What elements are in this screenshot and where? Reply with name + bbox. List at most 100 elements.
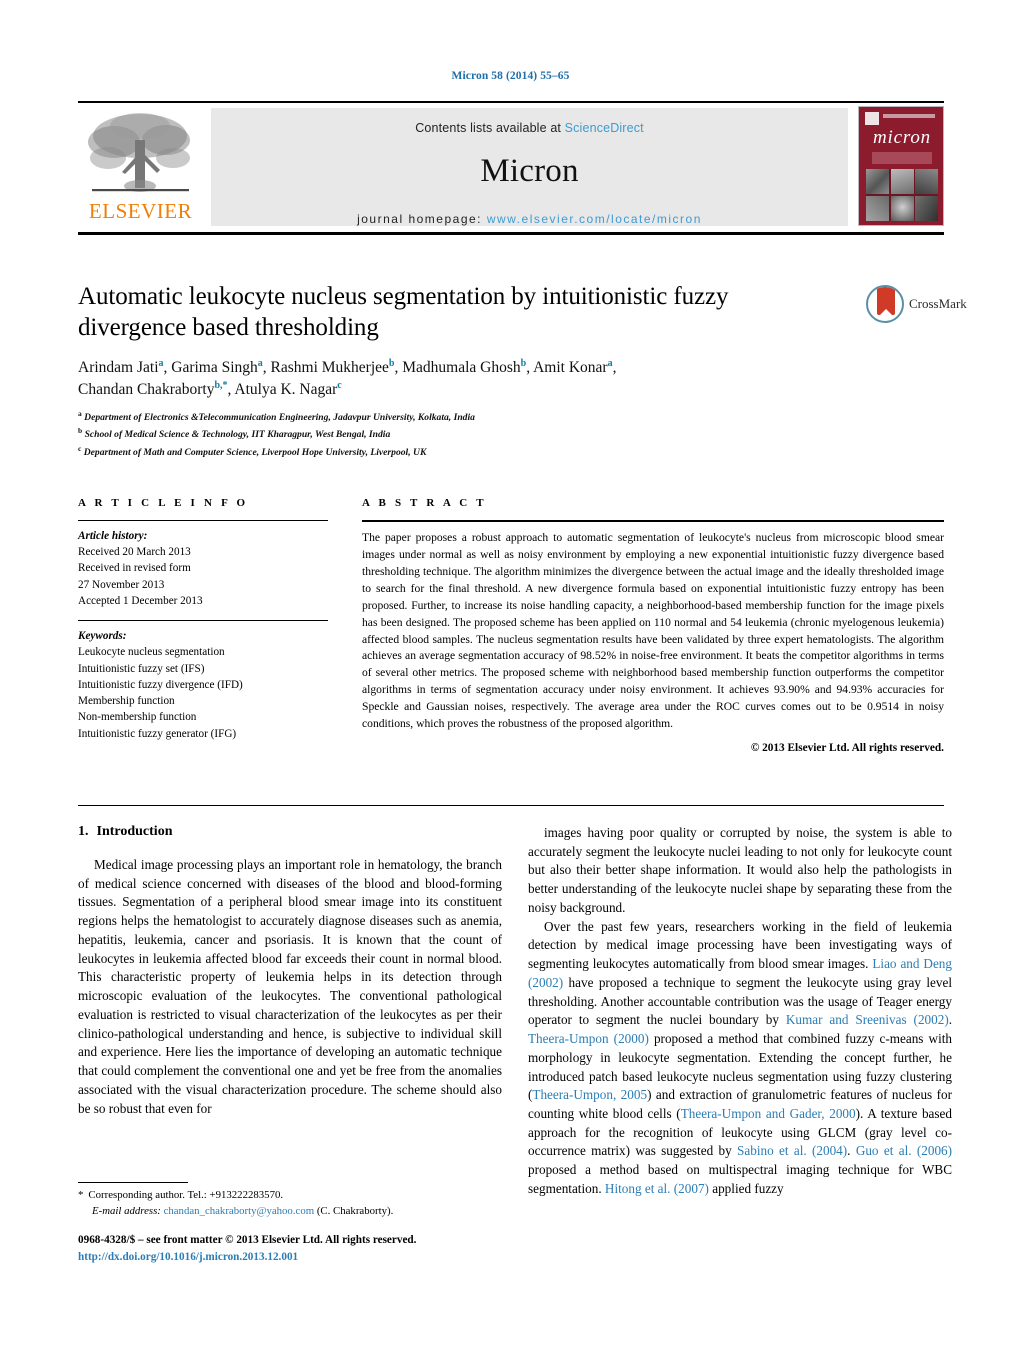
author-line-2: Chandan Chakrabortyb,*, Atulya K. Nagarc (78, 380, 342, 399)
journal-homepage-line: journal homepage: www.elsevier.com/locat… (211, 212, 848, 226)
section-title: Introduction (96, 824, 173, 839)
journal-homepage-link[interactable]: www.elsevier.com/locate/micron (487, 212, 702, 226)
author-name: Madhumala Ghosh (402, 359, 521, 377)
author-name: Arindam Jati (78, 359, 159, 377)
cover-image-grid (866, 169, 938, 221)
keyword-item: Intuitionistic fuzzy divergence (IFD) (78, 678, 243, 691)
cover-image-cell (915, 195, 938, 221)
author-affiliation-marker: c (337, 380, 342, 392)
imprint-block: 0968-4328/$ – see front matter © 2013 El… (78, 1232, 578, 1266)
cover-image-cell (890, 195, 914, 221)
author-affiliation-marker: b (388, 358, 395, 369)
citation-link[interactable]: Theera-Umpon and Gader, 2000 (681, 1106, 856, 1121)
affiliation-list: a Department of Electronics &Telecommuni… (78, 408, 838, 460)
article-history-block: Article history: Received 20 March 2013 R… (78, 528, 328, 609)
author-affiliation-marker: a (607, 358, 613, 369)
citation-link[interactable]: Liao and Deng (2002) (528, 956, 952, 990)
cover-image-cell (866, 169, 889, 195)
abstract-text: The paper proposes a robust approach to … (362, 531, 944, 731)
cover-publisher-mark (865, 112, 879, 125)
keyword-lines: Leukocyte nucleus segmentation Intuitioni… (78, 644, 328, 741)
paragraph: Medical image processing plays an import… (78, 857, 502, 1116)
keywords-label: Keywords: (78, 630, 127, 643)
keyword-item: Membership function (78, 695, 175, 708)
abstract-column: A B S T R A C T The paper proposes a rob… (362, 497, 944, 754)
email-line: E-mail address: chandan_chakraborty@yaho… (92, 1204, 508, 1220)
keyword-item: Intuitionistic fuzzy set (IFS) (78, 662, 205, 675)
cover-journal-name: micron (873, 127, 931, 148)
keywords-rule (78, 620, 328, 622)
body-column-left: 1. Introduction Medical image processing … (78, 824, 502, 1118)
citation-link[interactable]: Theera-Umpon (2000) (528, 1031, 649, 1046)
cover-image-cell (866, 195, 889, 221)
cover-subtitle-band (872, 152, 932, 164)
affiliation-item: a Department of Electronics &Telecommuni… (78, 409, 475, 424)
keyword-item: Non-membership function (78, 711, 197, 724)
crossmark-logo[interactable]: CrossMark (866, 285, 967, 327)
article-info-column: A R T I C L E I N F O Article history: R… (78, 497, 328, 742)
body-column-right: images having poor quality or corrupted … (528, 824, 952, 1199)
article-history-item: Accepted 1 December 2013 (78, 594, 203, 607)
section-heading-introduction: 1. Introduction (78, 824, 502, 840)
doi-link[interactable]: http://dx.doi.org/10.1016/j.micron.2013.… (78, 1249, 578, 1266)
article-history-label: Article history: (78, 530, 148, 542)
article-history-lines: Received 20 March 2013 Received in revise… (78, 544, 328, 609)
elsevier-wordmark: ELSEVIER (88, 199, 193, 223)
author-name: Atulya K. Nagar (234, 381, 338, 399)
elsevier-tree-icon (88, 113, 190, 192)
imprint-text: 0968-4328/$ – see front matter © 2013 El… (78, 1234, 417, 1246)
footnote-rule (78, 1182, 188, 1183)
article-history-item: Received in revised form (78, 562, 191, 575)
corresponding-author-line: * Corresponding author. Tel.: +9132222835… (78, 1188, 508, 1204)
elsevier-logo: ELSEVIER (78, 106, 203, 226)
email-link[interactable]: chandan_chakraborty@yahoo.com (164, 1205, 315, 1217)
citation-link[interactable]: Hitong et al. (2007) (605, 1181, 709, 1196)
abstract-heading: A B S T R A C T (362, 497, 487, 509)
sciencedirect-link[interactable]: ScienceDirect (565, 121, 644, 135)
masthead-bottom-rule (78, 232, 944, 235)
section-number: 1. (78, 824, 89, 839)
corresponding-author-marker: * (78, 1189, 84, 1201)
author-affiliation-marker: b, (214, 380, 223, 392)
footnote-block: * Corresponding author. Tel.: +9132222835… (78, 1188, 508, 1220)
cover-publisher-text (883, 114, 935, 118)
masthead: ELSEVIER Contents lists available at Sci… (78, 106, 944, 228)
email-owner: (C. Chakraborty). (316, 1204, 394, 1217)
article-info-heading: A R T I C L E I N F O (78, 497, 249, 509)
corresponding-author-marker: * (222, 380, 228, 392)
homepage-prefix: journal homepage: (357, 212, 487, 226)
abstract-rule (362, 520, 944, 522)
citation-link[interactable]: Theera-Umpon, 2005 (532, 1087, 647, 1102)
abstract-copyright: © 2013 Elsevier Ltd. All rights reserved… (750, 742, 944, 755)
email-label: E-mail address: (92, 1204, 161, 1217)
affiliation-item: c Department of Math and Computer Scienc… (78, 443, 427, 458)
article-history-item: 27 November 2013 (78, 578, 165, 591)
author-affiliation-marker: b (520, 358, 527, 369)
author-name: Garima Singh (171, 359, 258, 377)
abstract-bottom-rule (78, 805, 944, 806)
paragraph: images having poor quality or corrupted … (528, 825, 952, 915)
citation-link[interactable]: Kumar and Sreenivas (2002) (786, 1012, 949, 1027)
citation-link[interactable]: Guo et al. (2006) (856, 1143, 952, 1158)
author-affiliation-marker: a (257, 358, 263, 369)
cover-image-cell (915, 169, 938, 195)
keywords-block: Keywords: Leukocyte nucleus segmentation… (78, 628, 328, 742)
author-line-1: Arindam Jatia, Garima Singha, Rashmi Muk… (78, 358, 617, 377)
article-history-item: Received 20 March 2013 (78, 546, 191, 559)
article-info-rule (78, 520, 328, 521)
page-title: Automatic leukocyte nucleus segmentation… (78, 283, 729, 341)
running-head: Micron 58 (2014) 55–65 (451, 70, 570, 82)
journal-article-page: Micron 58 (2014) 55–65 ELSEVIER Contents… (0, 0, 1021, 1351)
journal-banner: Contents lists available at ScienceDirec… (211, 108, 848, 226)
keyword-item: Intuitionistic fuzzy generator (IFG) (78, 727, 237, 740)
journal-title: Micron (480, 153, 579, 189)
crossmark-icon (866, 285, 904, 323)
corresponding-author-text: Corresponding author. Tel.: +91322228357… (88, 1189, 284, 1201)
affiliation-marker: b (78, 426, 83, 436)
affiliation-item: b School of Medical Science & Technology… (78, 426, 391, 441)
citation-link[interactable]: Sabino et al. (2004) (737, 1143, 847, 1158)
cover-image-cell (890, 169, 914, 195)
paragraph: Over the past few years, researchers wor… (528, 918, 953, 1196)
affiliation-marker: c (78, 443, 82, 453)
author-name: Rashmi Mukherjee (270, 359, 389, 377)
